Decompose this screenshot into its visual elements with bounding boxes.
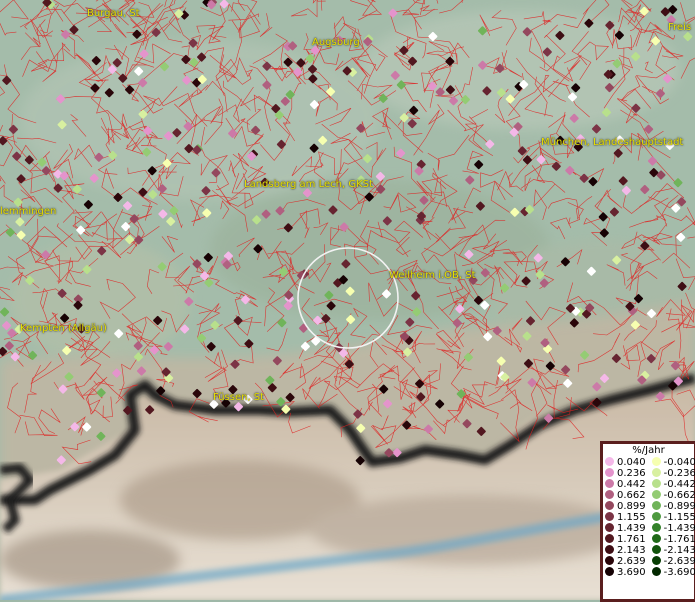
- legend-value: 1.761: [617, 534, 646, 545]
- map-canvas[interactable]: [0, 0, 695, 600]
- legend-negative-entry: -1.439: [646, 523, 695, 534]
- legend-swatch: [652, 501, 661, 510]
- legend-value: -1.155: [664, 512, 695, 523]
- legend-value: -2.639: [664, 556, 695, 567]
- label-freising: Freis: [668, 22, 691, 33]
- legend-swatch: [652, 534, 661, 543]
- legend-value: 0.442: [617, 479, 646, 490]
- legend-value: 1.155: [617, 512, 646, 523]
- legend-table: 0.040 -0.040 0.236 -0.236 0.442 -0.442 0.662 -0…: [605, 457, 695, 578]
- legend-swatch: [605, 534, 614, 543]
- legend-positive-entry: 1.155: [605, 512, 646, 523]
- legend-row: 3.690 -3.690: [605, 567, 695, 578]
- legend-positive-entry: 0.899: [605, 501, 646, 512]
- legend-positive-entry: 0.442: [605, 479, 646, 490]
- legend-swatch: [652, 479, 661, 488]
- legend-positive-entry: 3.690: [605, 567, 646, 578]
- legend-value: -2.143: [664, 545, 695, 556]
- legend-swatch: [652, 523, 661, 532]
- legend-title: %/Jahr: [603, 444, 694, 457]
- label-landsberg: Landsberg am Lech, GKSt: [244, 179, 373, 190]
- legend-negative-entry: -2.143: [646, 545, 695, 556]
- legend-value: -1.761: [664, 534, 695, 545]
- legend-swatch: [605, 479, 614, 488]
- legend-swatch: [605, 490, 614, 499]
- label-kempten: Kempten (Allgäu): [20, 323, 107, 334]
- legend-row: 0.899 -0.899: [605, 501, 695, 512]
- legend-value: 0.662: [617, 490, 646, 501]
- legend-positive-entry: 1.761: [605, 534, 646, 545]
- label-burgau: Burgau, St: [87, 8, 140, 19]
- legend-swatch: [605, 468, 614, 477]
- legend-value: 0.236: [617, 468, 646, 479]
- label-fuessen: Füssen, St: [213, 392, 264, 403]
- label-memmingen: lemmingen: [0, 206, 56, 217]
- legend-swatch: [652, 567, 661, 576]
- legend-negative-entry: -3.690: [646, 567, 695, 578]
- legend-swatch: [652, 468, 661, 477]
- legend: %/Jahr 0.040 -0.040 0.236 -0.236 0.442 -0.442…: [600, 441, 695, 602]
- legend-swatch: [605, 545, 614, 554]
- legend-value: 1.439: [617, 523, 646, 534]
- legend-value: -1.439: [664, 523, 695, 534]
- legend-row: 0.442 -0.442: [605, 479, 695, 490]
- legend-row: 2.639 -2.639: [605, 556, 695, 567]
- legend-positive-entry: 0.040: [605, 457, 646, 468]
- legend-swatch: [605, 567, 614, 576]
- legend-swatch: [605, 556, 614, 565]
- legend-value: 2.639: [617, 556, 646, 567]
- legend-value: 3.690: [617, 567, 646, 578]
- legend-swatch: [605, 457, 614, 466]
- legend-row: 0.040 -0.040: [605, 457, 695, 468]
- legend-swatch: [652, 512, 661, 521]
- legend-row: 1.439 -1.439: [605, 523, 695, 534]
- legend-negative-entry: -1.761: [646, 534, 695, 545]
- legend-swatch: [652, 457, 661, 466]
- legend-value: -0.899: [664, 501, 695, 512]
- legend-negative-entry: -0.442: [646, 479, 695, 490]
- legend-row: 0.662 -0.662: [605, 490, 695, 501]
- legend-negative-entry: -0.236: [646, 468, 695, 479]
- legend-negative-entry: -0.899: [646, 501, 695, 512]
- legend-positive-entry: 2.143: [605, 545, 646, 556]
- legend-negative-entry: -0.662: [646, 490, 695, 501]
- legend-negative-entry: -1.155: [646, 512, 695, 523]
- legend-positive-entry: 0.236: [605, 468, 646, 479]
- legend-row: 1.761 -1.761: [605, 534, 695, 545]
- legend-swatch: [652, 545, 661, 554]
- legend-row: 0.236 -0.236: [605, 468, 695, 479]
- legend-value: -0.040: [664, 457, 695, 468]
- legend-value: -0.442: [664, 479, 695, 490]
- legend-row: 1.155 -1.155: [605, 512, 695, 523]
- legend-swatch: [652, 490, 661, 499]
- legend-positive-entry: 1.439: [605, 523, 646, 534]
- label-muenchen: München, Landeshauptstadt: [541, 137, 683, 148]
- legend-value: 2.143: [617, 545, 646, 556]
- legend-positive-entry: 0.662: [605, 490, 646, 501]
- legend-value: -0.662: [664, 490, 695, 501]
- legend-negative-entry: -0.040: [646, 457, 695, 468]
- legend-positive-entry: 2.639: [605, 556, 646, 567]
- legend-swatch: [605, 523, 614, 532]
- legend-value: 0.899: [617, 501, 646, 512]
- legend-value: 0.040: [617, 457, 646, 468]
- label-augsburg: Augsburg: [312, 37, 360, 48]
- legend-negative-entry: -2.639: [646, 556, 695, 567]
- legend-swatch: [605, 501, 614, 510]
- legend-swatch: [605, 512, 614, 521]
- legend-row: 2.143 -2.143: [605, 545, 695, 556]
- label-weilheim: Weilheim i.OB, St: [389, 270, 476, 281]
- legend-value: -0.236: [664, 468, 695, 479]
- legend-value: -3.690: [664, 567, 695, 578]
- legend-swatch: [652, 556, 661, 565]
